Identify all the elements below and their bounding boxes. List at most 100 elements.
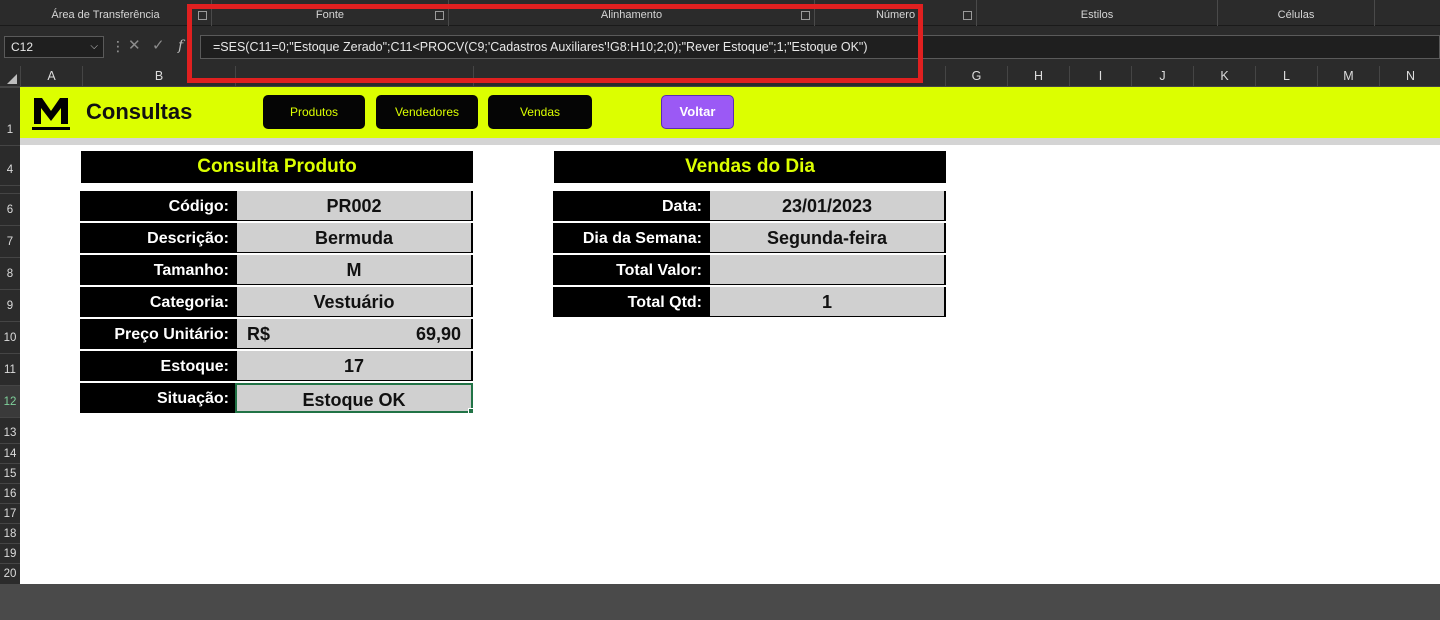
ribbon-group-alignment: Alinhamento xyxy=(449,0,815,26)
column-header[interactable]: K xyxy=(1193,66,1255,87)
tamanho-cell[interactable]: M xyxy=(235,255,473,285)
row-label: Estoque: xyxy=(80,351,235,381)
dia-semana-cell[interactable]: Segunda-feira xyxy=(708,223,946,253)
data-cell[interactable]: 23/01/2023 xyxy=(708,191,946,221)
table-row: Situação: Estoque OK xyxy=(80,381,473,413)
table-row: Preço Unitário: R$ 69,90 xyxy=(80,317,473,349)
dialog-launcher-icon[interactable] xyxy=(198,11,207,20)
chevron-down-icon[interactable]: ⌵ xyxy=(90,37,98,57)
table-row: Tamanho: M xyxy=(80,253,473,285)
dialog-launcher-icon[interactable] xyxy=(435,11,444,20)
situacao-cell-selected[interactable]: Estoque OK xyxy=(235,383,473,413)
formula-bar: C12 ⌵ ⋮ ✕ ✓ f =SES(C11=0;"Estoque Zerado… xyxy=(0,26,1440,66)
row-header[interactable]: 18 xyxy=(0,523,20,543)
column-header[interactable]: J xyxy=(1131,66,1193,87)
row-headers: 1 4 6 7 8 9 10 11 12 13 14 15 16 17 18 1… xyxy=(0,87,20,584)
worksheet[interactable]: Consultas Produtos Vendedores Vendas Vol… xyxy=(20,87,1440,584)
table-row: Total Qtd: 1 xyxy=(553,285,946,317)
row-header[interactable]: 20 xyxy=(0,563,20,584)
descricao-cell[interactable]: Bermuda xyxy=(235,223,473,253)
ribbon-group-cells: Células xyxy=(1218,0,1375,26)
fill-handle[interactable] xyxy=(468,408,474,414)
dialog-launcher-icon[interactable] xyxy=(801,11,810,20)
app-header-bar: Consultas Produtos Vendedores Vendas Vol… xyxy=(20,87,1440,138)
column-header[interactable]: N xyxy=(1379,66,1440,87)
more-options-icon[interactable]: ⋮ xyxy=(111,39,125,55)
total-valor-cell[interactable] xyxy=(708,255,946,285)
page-title: Consultas xyxy=(86,99,193,124)
vendedores-button[interactable]: Vendedores xyxy=(376,95,478,129)
row-header[interactable]: 15 xyxy=(0,463,20,483)
table-row: Descrição: Bermuda xyxy=(80,221,473,253)
column-header[interactable]: A xyxy=(20,66,82,87)
ribbon-group-font: Fonte xyxy=(212,0,449,26)
ribbon-group-label: Área de Transferência xyxy=(51,9,160,21)
row-header[interactable]: 1 xyxy=(0,87,20,145)
estoque-cell[interactable]: 17 xyxy=(235,351,473,381)
row-header-selected[interactable]: 12 xyxy=(0,385,20,417)
formula-input[interactable]: =SES(C11=0;"Estoque Zerado";C11<PROCV(C9… xyxy=(200,35,1440,59)
dialog-launcher-icon[interactable] xyxy=(963,11,972,20)
row-header[interactable]: 7 xyxy=(0,225,20,257)
total-qtd-cell[interactable]: 1 xyxy=(708,287,946,317)
row-header[interactable]: 14 xyxy=(0,443,20,463)
row-label: Preço Unitário: xyxy=(80,319,235,349)
row-header[interactable]: 4 xyxy=(0,145,20,185)
preco-cell[interactable]: R$ 69,90 xyxy=(235,319,473,349)
ribbon-group-styles: Estilos xyxy=(977,0,1218,26)
vendas-button[interactable]: Vendas xyxy=(488,95,592,129)
ribbon-group-labels: Área de Transferência Fonte Alinhamento … xyxy=(0,0,1440,26)
insert-function-icon[interactable]: f xyxy=(178,38,183,54)
ribbon-group-label: Fonte xyxy=(315,9,345,21)
select-all-icon[interactable] xyxy=(0,66,20,87)
brand-logo-icon xyxy=(32,98,70,130)
row-header[interactable]: 13 xyxy=(0,417,20,443)
row-label: Descrição: xyxy=(80,223,235,253)
row-label: Total Valor: xyxy=(553,255,708,285)
row-label: Tamanho: xyxy=(80,255,235,285)
ribbon-group-label: Número xyxy=(875,9,916,21)
row-header[interactable]: 16 xyxy=(0,483,20,503)
row-header[interactable]: 6 xyxy=(0,193,20,225)
column-header[interactable]: H xyxy=(1007,66,1069,87)
categoria-cell[interactable]: Vestuário xyxy=(235,287,473,317)
table-row: Dia da Semana: Segunda-feira xyxy=(553,221,946,253)
codigo-cell[interactable]: PR002 xyxy=(235,191,473,221)
confirm-icon[interactable]: ✓ xyxy=(152,36,165,54)
ribbon-group-clipboard: Área de Transferência xyxy=(0,0,212,26)
row-header[interactable]: 17 xyxy=(0,503,20,523)
column-header[interactable]: G xyxy=(945,66,1007,87)
column-header[interactable] xyxy=(473,66,945,87)
table-row: Total Valor: xyxy=(553,253,946,285)
table-row: Código: PR002 xyxy=(80,189,473,221)
status-area xyxy=(0,584,1440,620)
column-header[interactable]: M xyxy=(1317,66,1379,87)
column-headers: A B G H I J K L M N xyxy=(0,66,1440,87)
row-header[interactable]: 11 xyxy=(0,353,20,385)
column-header[interactable]: I xyxy=(1069,66,1131,87)
header-divider xyxy=(20,138,1440,145)
row-header[interactable]: 8 xyxy=(0,257,20,289)
column-header[interactable]: L xyxy=(1255,66,1317,87)
row-label: Dia da Semana: xyxy=(553,223,708,253)
name-box-value: C12 xyxy=(11,40,34,54)
produtos-button[interactable]: Produtos xyxy=(263,95,365,129)
ribbon-group-label: Alinhamento xyxy=(600,9,663,21)
row-label: Total Qtd: xyxy=(553,287,708,317)
column-header[interactable]: B xyxy=(82,66,235,87)
ribbon-group-label: Células xyxy=(1277,9,1315,21)
name-box[interactable]: C12 ⌵ xyxy=(4,36,104,58)
column-header[interactable] xyxy=(235,66,473,87)
voltar-button[interactable]: Voltar xyxy=(661,95,734,129)
row-header[interactable]: 19 xyxy=(0,543,20,563)
row-header[interactable]: 9 xyxy=(0,289,20,321)
ribbon-group-number: Número xyxy=(815,0,977,26)
row-header[interactable]: 10 xyxy=(0,321,20,353)
cancel-icon[interactable]: ✕ xyxy=(128,36,141,54)
row-label: Situação: xyxy=(80,383,235,413)
ribbon-group-label: Estilos xyxy=(1080,9,1114,21)
row-header[interactable] xyxy=(0,185,20,193)
row-label: Categoria: xyxy=(80,287,235,317)
row-label: Código: xyxy=(80,191,235,221)
vendas-do-dia-title: Vendas do Dia xyxy=(554,151,946,183)
